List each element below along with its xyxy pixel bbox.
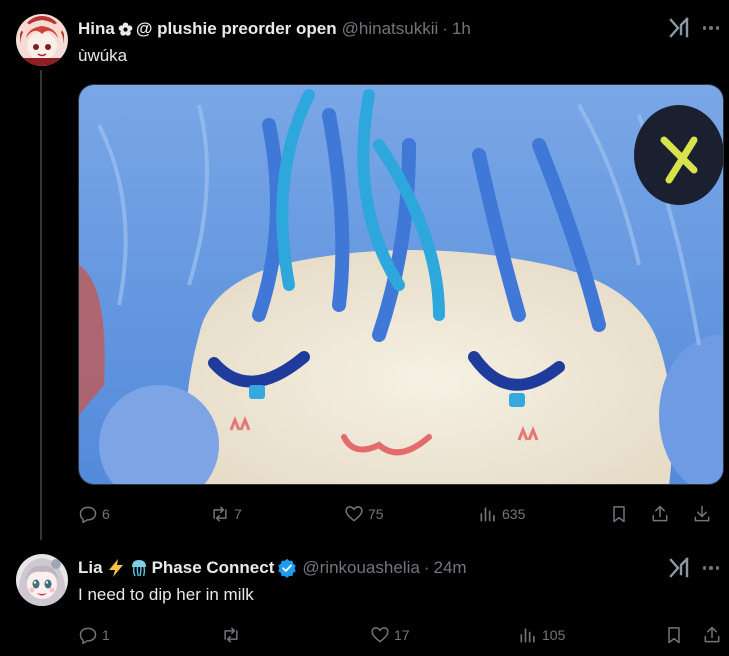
timestamp[interactable]: 1h [452,19,471,39]
tweet-header: Lia Phase Connect @rinkouashelia · 24m [78,557,467,579]
grok-icon[interactable] [668,16,690,38]
jellyfish-icon [129,558,149,578]
tweet-actions: 1 17 105 [78,623,724,647]
timestamp[interactable]: 24m [433,558,466,578]
share-button[interactable] [702,623,722,647]
repost-button[interactable]: 7 [210,502,242,526]
tweet-image[interactable] [78,84,724,485]
views-icon [480,507,495,522]
grok-icon[interactable] [668,556,690,578]
separator-dot: · [442,19,448,38]
reply-count: 6 [102,506,110,522]
reply-icon [79,627,97,645]
like-count: 17 [394,627,410,643]
reply-count: 1 [102,627,110,643]
thread-line [40,70,42,540]
share-icon [652,505,668,522]
bookmark-button[interactable] [664,623,684,647]
repost-count: 7 [234,506,242,522]
lightning-icon [106,558,126,578]
more-icon[interactable] [700,558,722,578]
bookmark-button[interactable] [609,502,629,526]
display-name[interactable]: Lia [78,558,103,578]
separator-dot: · [423,558,430,577]
tweet-lia[interactable]: Lia Phase Connect @rinkouashelia · 24m I… [0,540,729,656]
bookmark-icon [668,627,680,644]
download-button[interactable] [692,502,712,526]
display-name-suffix[interactable]: @ plushie preorder open [136,19,337,39]
user-handle[interactable]: @hinatsukkii [342,19,439,39]
more-icon[interactable] [700,18,722,38]
repost-icon [213,506,227,522]
like-count: 75 [368,506,384,522]
views-count: 635 [502,506,526,522]
views-button[interactable]: 105 [518,623,565,647]
reply-icon [79,506,97,524]
tweet-text: ùwúka [78,46,128,65]
views-count: 105 [542,627,566,643]
like-icon [371,627,389,643]
tweet-text: I need to dip her in milk [78,585,254,604]
avatar-hina[interactable] [16,14,68,66]
bookmark-icon [613,506,625,523]
like-button[interactable]: 75 [344,502,384,526]
views-button[interactable]: 635 [478,502,525,526]
flower-icon [118,21,133,37]
verified-badge-icon [277,558,297,578]
tweet-header: Hina @ plushie preorder open @hinatsukki… [78,18,471,40]
avatar-lia[interactable] [16,554,68,606]
display-name-suffix[interactable]: Phase Connect [152,558,275,578]
tweet-actions: 6 7 75 635 [78,502,724,526]
like-icon [345,506,363,522]
download-icon [694,505,710,522]
repost-button[interactable] [221,623,245,647]
reply-button[interactable]: 6 [78,502,110,526]
repost-icon [224,627,238,643]
like-button[interactable]: 17 [370,623,410,647]
share-icon [704,626,720,643]
views-icon [520,628,535,643]
reply-button[interactable]: 1 [78,623,110,647]
user-handle[interactable]: @rinkouashelia [302,558,419,578]
share-button[interactable] [650,502,670,526]
tweet-hina[interactable]: Hina @ plushie preorder open @hinatsukki… [0,0,729,540]
display-name[interactable]: Hina [78,19,115,39]
